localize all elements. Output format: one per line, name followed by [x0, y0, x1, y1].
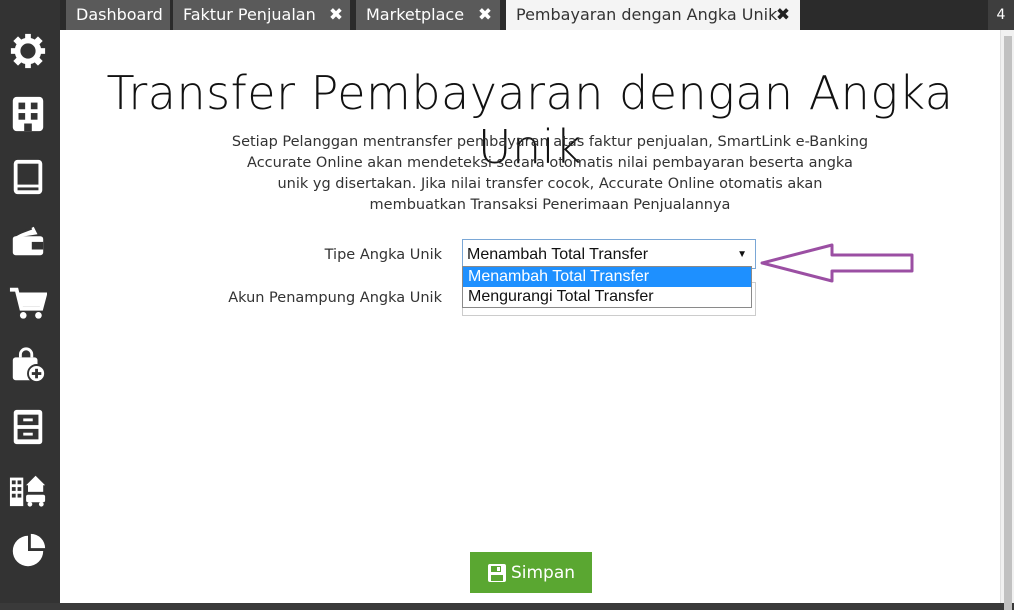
save-button[interactable]: Simpan: [470, 552, 592, 593]
tab-label: Marketplace: [366, 5, 465, 24]
tipe-angka-unik-select[interactable]: Menambah Total Transfer ▼: [462, 239, 756, 269]
tipe-angka-unik-label: Tipe Angka Unik: [324, 247, 442, 263]
settings-gear-icon[interactable]: [8, 31, 48, 71]
annotation-arrow: [760, 243, 914, 283]
tab-label: Faktur Penjualan: [183, 5, 316, 24]
close-icon[interactable]: ✖: [321, 0, 351, 30]
description-line: Accurate Online akan mendeteksi secara o…: [247, 155, 853, 171]
close-icon[interactable]: ✖: [768, 0, 798, 30]
ledger-book-icon[interactable]: [8, 157, 48, 197]
tab-faktur-penjualan[interactable]: Faktur Penjualan ✖: [173, 0, 350, 30]
scrollbar[interactable]: [1000, 30, 1014, 610]
dropdown-option-mengurangi[interactable]: Mengurangi Total Transfer: [463, 287, 751, 307]
tab-count-badge[interactable]: 4: [988, 0, 1014, 30]
dropdown-option-menambah[interactable]: Menambah Total Transfer: [463, 267, 751, 287]
select-value: Menambah Total Transfer: [467, 246, 649, 263]
sidebar: [0, 0, 60, 603]
save-label: Simpan: [510, 562, 576, 583]
tab-dashboard[interactable]: Dashboard: [66, 0, 170, 30]
description-line: membuatkan Transaksi Penerimaan Penjuala…: [369, 197, 731, 213]
akun-penampung-label: Akun Penampung Angka Unik: [228, 290, 442, 306]
tab-marketplace[interactable]: Marketplace ✖: [356, 0, 500, 30]
scroll-thumb[interactable]: [1004, 36, 1012, 610]
wallet-icon[interactable]: [8, 220, 48, 260]
company-building-icon[interactable]: [8, 94, 48, 134]
save-disk-icon: [487, 563, 506, 582]
tipe-dropdown-list: Menambah Total Transfer Mengurangi Total…: [462, 266, 752, 308]
cart-icon[interactable]: [8, 283, 48, 323]
tab-label: Pembayaran dengan Angka Unik: [516, 5, 778, 24]
tab-label: Dashboard: [76, 5, 163, 24]
tab-bar: Dashboard Faktur Penjualan ✖ Marketplace…: [60, 0, 1014, 30]
asset-property-icon[interactable]: [8, 469, 48, 509]
page-description: Setiap Pelanggan mentransfer pembayaran …: [230, 132, 870, 216]
report-pie-icon[interactable]: [8, 531, 48, 571]
close-icon[interactable]: ✖: [470, 0, 500, 30]
inventory-cabinet-icon[interactable]: [8, 407, 48, 447]
purchase-bag-icon[interactable]: [8, 345, 48, 385]
description-line: Setiap Pelanggan mentransfer pembayaran …: [231, 134, 869, 150]
description-line: unik yg disertakan. Jika nilai transfer …: [277, 176, 823, 192]
main-content: Transfer Pembayaran dengan Angka Unik Se…: [60, 30, 1000, 603]
tab-pembayaran-angka-unik[interactable]: Pembayaran dengan Angka Unik ✖: [506, 0, 800, 30]
